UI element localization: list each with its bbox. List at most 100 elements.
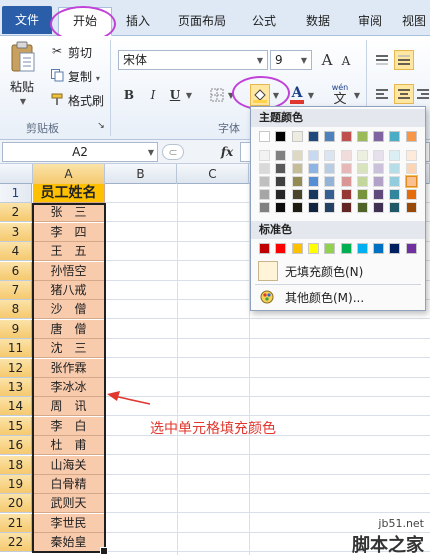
color-swatch[interactable] bbox=[341, 176, 352, 187]
tab-insert[interactable]: 插入 bbox=[118, 8, 158, 34]
name-cell[interactable]: 张作霖 bbox=[33, 359, 105, 378]
row-header[interactable]: 8 bbox=[0, 300, 32, 319]
row-header[interactable]: 7 bbox=[0, 281, 32, 300]
no-fill-item[interactable]: 无填充颜色(N) bbox=[251, 259, 425, 283]
color-swatch[interactable] bbox=[259, 176, 270, 187]
color-swatch[interactable] bbox=[389, 131, 400, 142]
select-all-corner[interactable] bbox=[0, 164, 33, 184]
color-swatch[interactable] bbox=[308, 163, 319, 174]
color-swatch[interactable] bbox=[308, 131, 319, 142]
tab-review[interactable]: 审阅 bbox=[350, 8, 390, 34]
more-colors-item[interactable]: 其他颜色(M)... bbox=[251, 285, 425, 309]
color-swatch[interactable] bbox=[357, 243, 368, 254]
color-swatch[interactable] bbox=[259, 163, 270, 174]
color-swatch[interactable] bbox=[373, 189, 384, 200]
color-swatch[interactable] bbox=[406, 163, 417, 174]
color-swatch[interactable] bbox=[373, 243, 384, 254]
color-swatch[interactable] bbox=[341, 131, 352, 142]
color-swatch[interactable] bbox=[308, 189, 319, 200]
color-swatch[interactable] bbox=[406, 202, 417, 213]
align-left-icon[interactable] bbox=[374, 86, 390, 102]
align-center-icon[interactable] bbox=[394, 84, 414, 104]
color-swatch[interactable] bbox=[373, 131, 384, 142]
column-header-a[interactable]: A bbox=[33, 164, 105, 184]
phonetic-guide-icon[interactable]: wén 文 bbox=[328, 82, 352, 108]
color-swatch[interactable] bbox=[308, 150, 319, 161]
color-swatch[interactable] bbox=[308, 243, 319, 254]
formula-scroll-icon[interactable]: ⊂ bbox=[162, 144, 184, 160]
row-header[interactable]: 12 bbox=[0, 359, 32, 378]
name-cell[interactable]: 山海关 bbox=[33, 456, 105, 475]
row-header[interactable]: 14 bbox=[0, 397, 32, 416]
color-swatch[interactable] bbox=[357, 202, 368, 213]
color-swatch[interactable] bbox=[373, 163, 384, 174]
color-swatch[interactable] bbox=[341, 189, 352, 200]
color-swatch[interactable] bbox=[324, 150, 335, 161]
insert-function-button[interactable]: fx bbox=[218, 144, 236, 160]
color-swatch[interactable] bbox=[389, 202, 400, 213]
row-header[interactable]: 20 bbox=[0, 494, 32, 513]
row-header[interactable]: 18 bbox=[0, 456, 32, 475]
name-cell[interactable]: 周 讯 bbox=[33, 397, 105, 416]
paste-dropdown-icon[interactable]: ▼ bbox=[18, 96, 28, 106]
name-cell[interactable]: 沙 僧 bbox=[33, 300, 105, 319]
color-swatch[interactable] bbox=[259, 131, 270, 142]
color-swatch[interactable] bbox=[357, 131, 368, 142]
color-swatch[interactable] bbox=[341, 150, 352, 161]
color-swatch[interactable] bbox=[389, 150, 400, 161]
color-swatch[interactable] bbox=[292, 243, 303, 254]
color-swatch[interactable] bbox=[324, 163, 335, 174]
bold-button[interactable]: B bbox=[120, 86, 138, 104]
row-header[interactable]: 3 bbox=[0, 223, 32, 242]
color-swatch[interactable] bbox=[324, 176, 335, 187]
color-swatch[interactable] bbox=[259, 243, 270, 254]
color-swatch[interactable] bbox=[324, 243, 335, 254]
font-size-dropdown-icon[interactable]: ▼ bbox=[298, 54, 310, 66]
color-swatch[interactable] bbox=[275, 150, 286, 161]
color-swatch[interactable] bbox=[275, 176, 286, 187]
name-cell[interactable]: 孙悟空 bbox=[33, 262, 105, 281]
phonetic-dropdown-icon[interactable]: ▼ bbox=[352, 88, 362, 102]
row-header[interactable]: 22 bbox=[0, 533, 32, 552]
color-swatch[interactable] bbox=[292, 176, 303, 187]
row-header[interactable]: 16 bbox=[0, 436, 32, 455]
row-header[interactable]: 2 bbox=[0, 203, 32, 222]
dialog-launcher-icon[interactable]: ↘ bbox=[96, 120, 106, 132]
color-swatch[interactable] bbox=[389, 243, 400, 254]
color-swatch[interactable] bbox=[259, 202, 270, 213]
color-swatch[interactable] bbox=[357, 176, 368, 187]
column-header-b[interactable]: B bbox=[105, 164, 177, 184]
fill-color-bucket-icon[interactable] bbox=[250, 84, 270, 106]
tab-formulas[interactable]: 公式 bbox=[244, 8, 284, 34]
align-top-icon[interactable] bbox=[374, 52, 390, 68]
border-icon[interactable] bbox=[208, 86, 226, 104]
color-swatch[interactable] bbox=[406, 150, 417, 161]
color-swatch[interactable] bbox=[341, 243, 352, 254]
color-swatch[interactable] bbox=[406, 243, 417, 254]
name-cell[interactable]: 沈 三 bbox=[33, 339, 105, 358]
name-cell[interactable]: 猪八戒 bbox=[33, 281, 105, 300]
color-swatch[interactable] bbox=[259, 189, 270, 200]
color-swatch[interactable] bbox=[292, 131, 303, 142]
name-cell[interactable]: 李 四 bbox=[33, 223, 105, 242]
row-header[interactable]: 21 bbox=[0, 514, 32, 533]
row-header[interactable]: 13 bbox=[0, 378, 32, 397]
color-swatch[interactable] bbox=[357, 163, 368, 174]
align-middle-icon[interactable] bbox=[394, 50, 414, 70]
name-cell[interactable]: 唐 僧 bbox=[33, 320, 105, 339]
underline-button[interactable]: U bbox=[166, 86, 184, 104]
row-header[interactable]: 6 bbox=[0, 262, 32, 281]
column-header-c[interactable]: C bbox=[177, 164, 249, 184]
color-swatch[interactable] bbox=[406, 131, 417, 142]
color-swatch[interactable] bbox=[324, 202, 335, 213]
color-swatch[interactable] bbox=[389, 189, 400, 200]
color-swatch[interactable] bbox=[259, 150, 270, 161]
font-color-dropdown-icon[interactable]: ▼ bbox=[306, 88, 316, 102]
name-cell[interactable]: 杜 甫 bbox=[33, 436, 105, 455]
row-header[interactable]: 15 bbox=[0, 417, 32, 436]
align-right-icon[interactable] bbox=[416, 86, 430, 102]
name-cell[interactable]: 王 五 bbox=[33, 242, 105, 261]
name-cell[interactable]: 秦始皇 bbox=[33, 533, 105, 552]
italic-button[interactable]: I bbox=[144, 86, 162, 104]
color-swatch[interactable] bbox=[308, 176, 319, 187]
